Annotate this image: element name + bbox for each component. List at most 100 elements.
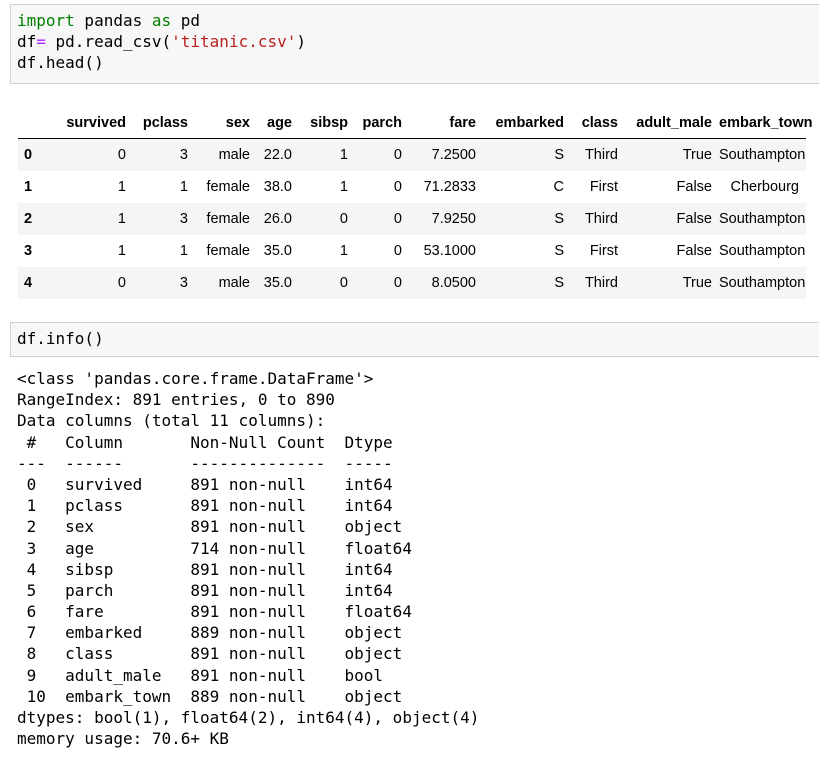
output-line: RangeIndex: 891 entries, 0 to 890 (17, 390, 335, 410)
info-output: <class 'pandas.core.frame.DataFrame'> Ran… (17, 368, 479, 749)
output-line: 5 parch 891 non-null int64 (17, 580, 412, 600)
output-line: 7 embarked 889 non-null object (17, 623, 412, 643)
table-cell: 3 (179, 211, 188, 227)
table-cell: 7.9250 (431, 211, 476, 227)
operator-assign: = (36, 32, 46, 51)
table-header-class: class (571, 108, 625, 139)
table-cell: 35.0 (263, 243, 292, 259)
table-cell: 35.0 (263, 275, 292, 291)
table-body: 0 0 3 male 22.0 1 0 7.2500 S Third True Southampton… (18, 138, 806, 299)
table-cell: 0 (393, 275, 402, 291)
output-line: # Column Non-Null Count Dtype (17, 432, 412, 452)
table-cell: True (682, 147, 712, 163)
string-literal: 'titanic.csv' (171, 32, 297, 51)
dataframe-output: survived pclass sex age sibsp parch fare embark… (18, 108, 812, 299)
table-cell: 0 (393, 147, 402, 163)
table-cell: 22.0 (263, 147, 292, 163)
table-header-embark-town: embark_town (719, 108, 812, 139)
table-cell: True (682, 275, 712, 291)
table-cell: 0 (117, 147, 126, 163)
table-cell: 1 (339, 147, 348, 163)
table-row: 3 1 1 female 35.0 1 0 53.1000 S First False Southam… (18, 235, 806, 267)
table-cell: 1 (117, 179, 126, 195)
output-line: 9 adult_male 891 non-null bool (17, 665, 412, 685)
table-cell: 26.0 (263, 211, 292, 227)
table-cell: Third (584, 275, 618, 291)
table-cell: S (554, 275, 564, 291)
table-cell: 8.0500 (431, 275, 476, 291)
code-line-head: df.head() (17, 53, 104, 72)
table-header-pclass: pclass (133, 108, 195, 139)
code-text: pandas (74, 11, 152, 30)
table-header-sex: sex (195, 108, 257, 139)
table-row: 1 1 1 female 38.0 1 0 71.2833 C First False Cherbou… (18, 171, 806, 203)
table-header-index (18, 108, 48, 139)
table-row: 4 0 3 male 35.0 0 0 8.0500 S Third True Southampton (18, 267, 806, 299)
table-cell: 1 (339, 243, 348, 259)
table-cell: female (206, 179, 250, 195)
table-cell: First (589, 179, 618, 195)
table-cell: Southampton (719, 275, 806, 291)
output-line: 10 embark_town 889 non-null object (17, 686, 412, 706)
table-header-parch: parch (355, 108, 409, 139)
table-header-fare: fare (409, 108, 483, 139)
keyword-as: as (151, 11, 172, 30)
output-line: dtypes: bool(1), float64(2), int64(4), o… (17, 708, 480, 727)
table-cell: 0 (393, 243, 402, 259)
code-text: pd (171, 11, 201, 30)
table-header-adult-male: adult_male (625, 108, 719, 139)
table-cell: False (676, 243, 712, 259)
table-cell: 1 (179, 243, 188, 259)
table-row-index: 3 (24, 243, 33, 259)
code-line-read-csv: df= pd.read_csv('titanic.csv') (17, 31, 819, 52)
table-cell: False (676, 179, 712, 195)
table-cell: 1 (339, 179, 348, 195)
table-cell: S (554, 147, 564, 163)
table-cell: Southampton (719, 211, 806, 227)
table-cell: 0 (393, 179, 402, 195)
table-cell: Cherbourg (730, 179, 799, 195)
table-header-row: survived pclass sex age sibsp parch fare embark… (18, 108, 812, 139)
keyword-import: import (17, 11, 75, 30)
output-line: 2 sex 891 non-null object (17, 517, 412, 537)
table-header-age: age (257, 108, 299, 139)
table-cell: Southampton (719, 243, 806, 259)
table-header-survived: survived (48, 108, 133, 139)
table-cell: False (676, 211, 712, 227)
table-cell: 0 (117, 275, 126, 291)
table-row-index: 4 (24, 275, 33, 291)
code-line-import: import pandas as pd (17, 10, 819, 31)
table-cell: 38.0 (263, 179, 292, 195)
table-cell: Southampton (719, 147, 806, 163)
table-cell: 53.1000 (423, 243, 476, 259)
table-cell: First (589, 243, 618, 259)
code-cell-info[interactable]: df.info() (10, 322, 819, 357)
table-row: 2 1 3 female 26.0 0 0 7.9250 S Third False Southamp… (18, 203, 806, 235)
table-cell: 0 (339, 211, 348, 227)
table-cell: 7.2500 (431, 147, 476, 163)
table-cell: 3 (179, 147, 188, 163)
table-cell: 1 (117, 211, 126, 227)
table-row: 0 0 3 male 22.0 1 0 7.2500 S Third True Southampton (18, 138, 806, 171)
output-line: 6 fare 891 non-null float64 (17, 602, 412, 622)
code-line-info: df.info() (17, 329, 104, 348)
table-cell: female (206, 211, 250, 227)
output-line: 4 sibsp 891 non-null int64 (17, 559, 412, 579)
table-cell: female (206, 243, 250, 259)
table-cell: 0 (339, 275, 348, 291)
table-cell: 71.2833 (423, 179, 476, 195)
table-cell: S (554, 243, 564, 259)
table-cell: Third (584, 147, 618, 163)
code-cell-head[interactable]: import pandas as pd df= pd.read_csv('tita… (10, 4, 819, 84)
table-header-sibsp: sibsp (299, 108, 355, 139)
table-row-index: 1 (24, 179, 33, 195)
table-cell: C (553, 179, 564, 195)
table-header-embarked: embarked (483, 108, 571, 139)
code-text: ) (296, 32, 307, 51)
table-cell: S (554, 211, 564, 227)
output-line: 0 survived 891 non-null int64 (17, 474, 412, 494)
table-row-index: 2 (24, 211, 33, 227)
code-text: pd.read_csv( (45, 32, 172, 51)
output-line: --- ------ -------------- ----- (17, 453, 412, 473)
output-line: 1 pclass 891 non-null int64 (17, 496, 412, 516)
